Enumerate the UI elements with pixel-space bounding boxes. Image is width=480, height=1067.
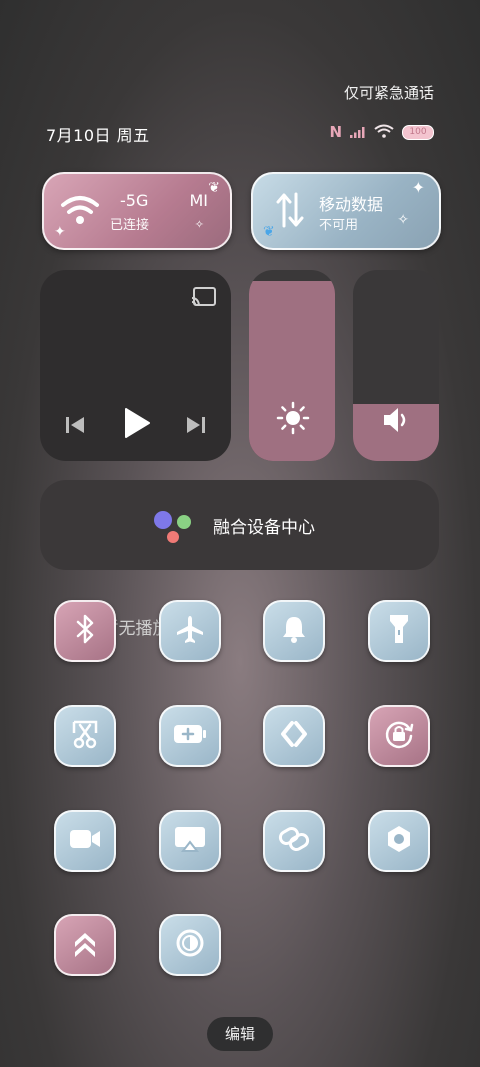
link-toggle[interactable] bbox=[263, 810, 325, 872]
wifi-ssid: -5G bbox=[120, 191, 149, 210]
wifi-ssid-suffix: MI bbox=[189, 191, 208, 210]
airplane-icon bbox=[175, 614, 205, 648]
flashlight-icon bbox=[388, 613, 410, 649]
edit-button[interactable]: 编辑 bbox=[207, 1017, 273, 1051]
link-icon bbox=[278, 825, 310, 857]
contrast-icon bbox=[175, 928, 205, 962]
app-link-toggle[interactable] bbox=[263, 705, 325, 767]
battery-plus-icon bbox=[173, 723, 207, 749]
cast-toggle[interactable] bbox=[159, 810, 221, 872]
rotation-lock-toggle[interactable] bbox=[368, 705, 430, 767]
bluetooth-icon bbox=[72, 613, 98, 649]
sun-icon bbox=[276, 401, 310, 439]
brightness-slider[interactable] bbox=[249, 270, 335, 461]
emergency-call-only: 仅可紧急通话 bbox=[343, 84, 434, 102]
speaker-icon bbox=[381, 406, 411, 438]
device-center-icon bbox=[152, 509, 194, 549]
hexagon-settings-icon bbox=[384, 824, 414, 858]
camera-settings-toggle[interactable] bbox=[368, 810, 430, 872]
battery-icon: 100 bbox=[402, 124, 434, 140]
battery-saver-toggle[interactable] bbox=[159, 705, 221, 767]
double-chevron-up-icon bbox=[70, 928, 100, 962]
wifi-status: 已连接 bbox=[110, 218, 150, 233]
mobile-data-status: 不可用 bbox=[319, 218, 359, 233]
mobile-data-icon bbox=[275, 192, 305, 232]
flashlight-toggle[interactable] bbox=[368, 600, 430, 662]
sparkle-icon: ✦ bbox=[54, 224, 66, 240]
media-player[interactable]: 暂无播放 bbox=[40, 270, 231, 639]
airplane-mode-toggle[interactable] bbox=[159, 600, 221, 662]
screen-cast-icon bbox=[174, 825, 206, 857]
mobile-data-tile[interactable]: 移动数据 不可用 ❦ ✦ ✧ bbox=[251, 172, 441, 250]
mobile-data-title: 移动数据 bbox=[319, 195, 384, 214]
sparkle-icon: ✦ bbox=[411, 178, 425, 197]
sparkle-icon: ✧ bbox=[397, 212, 409, 228]
screenshot-toggle[interactable] bbox=[54, 705, 116, 767]
play-icon[interactable] bbox=[122, 406, 152, 444]
volume-slider[interactable] bbox=[353, 270, 439, 461]
bell-icon bbox=[280, 614, 308, 648]
performance-mode-toggle[interactable] bbox=[54, 914, 116, 976]
next-track-icon[interactable] bbox=[185, 414, 207, 440]
butterfly-icon: ❦ bbox=[263, 224, 275, 240]
silent-mode-toggle[interactable] bbox=[263, 600, 325, 662]
video-camera-icon bbox=[69, 827, 101, 855]
wifi-status-icon bbox=[374, 123, 394, 142]
device-center-label: 融合设备中心 bbox=[213, 518, 315, 538]
chevron-link-icon bbox=[279, 719, 309, 753]
scissors-icon bbox=[70, 719, 100, 753]
bluetooth-toggle[interactable] bbox=[54, 600, 116, 662]
dark-mode-toggle[interactable] bbox=[159, 914, 221, 976]
wifi-tile[interactable]: -5G MI 已连接 ✦ ❦ ✧ bbox=[42, 172, 232, 250]
rotation-lock-icon bbox=[383, 718, 415, 754]
device-center-card[interactable]: 融合设备中心 bbox=[40, 480, 439, 570]
status-icons: N 100 bbox=[329, 122, 434, 142]
sparkle-icon: ✧ bbox=[194, 218, 204, 231]
screen-recorder-toggle[interactable] bbox=[54, 810, 116, 872]
signal-icon bbox=[350, 123, 366, 142]
previous-track-icon[interactable] bbox=[64, 414, 86, 440]
date-label: 7月10日 周五 bbox=[46, 126, 150, 145]
wifi-icon bbox=[60, 194, 100, 230]
butterfly-icon: ❦ bbox=[208, 180, 220, 196]
cast-icon[interactable] bbox=[191, 286, 217, 312]
nfc-icon: N bbox=[329, 123, 342, 141]
